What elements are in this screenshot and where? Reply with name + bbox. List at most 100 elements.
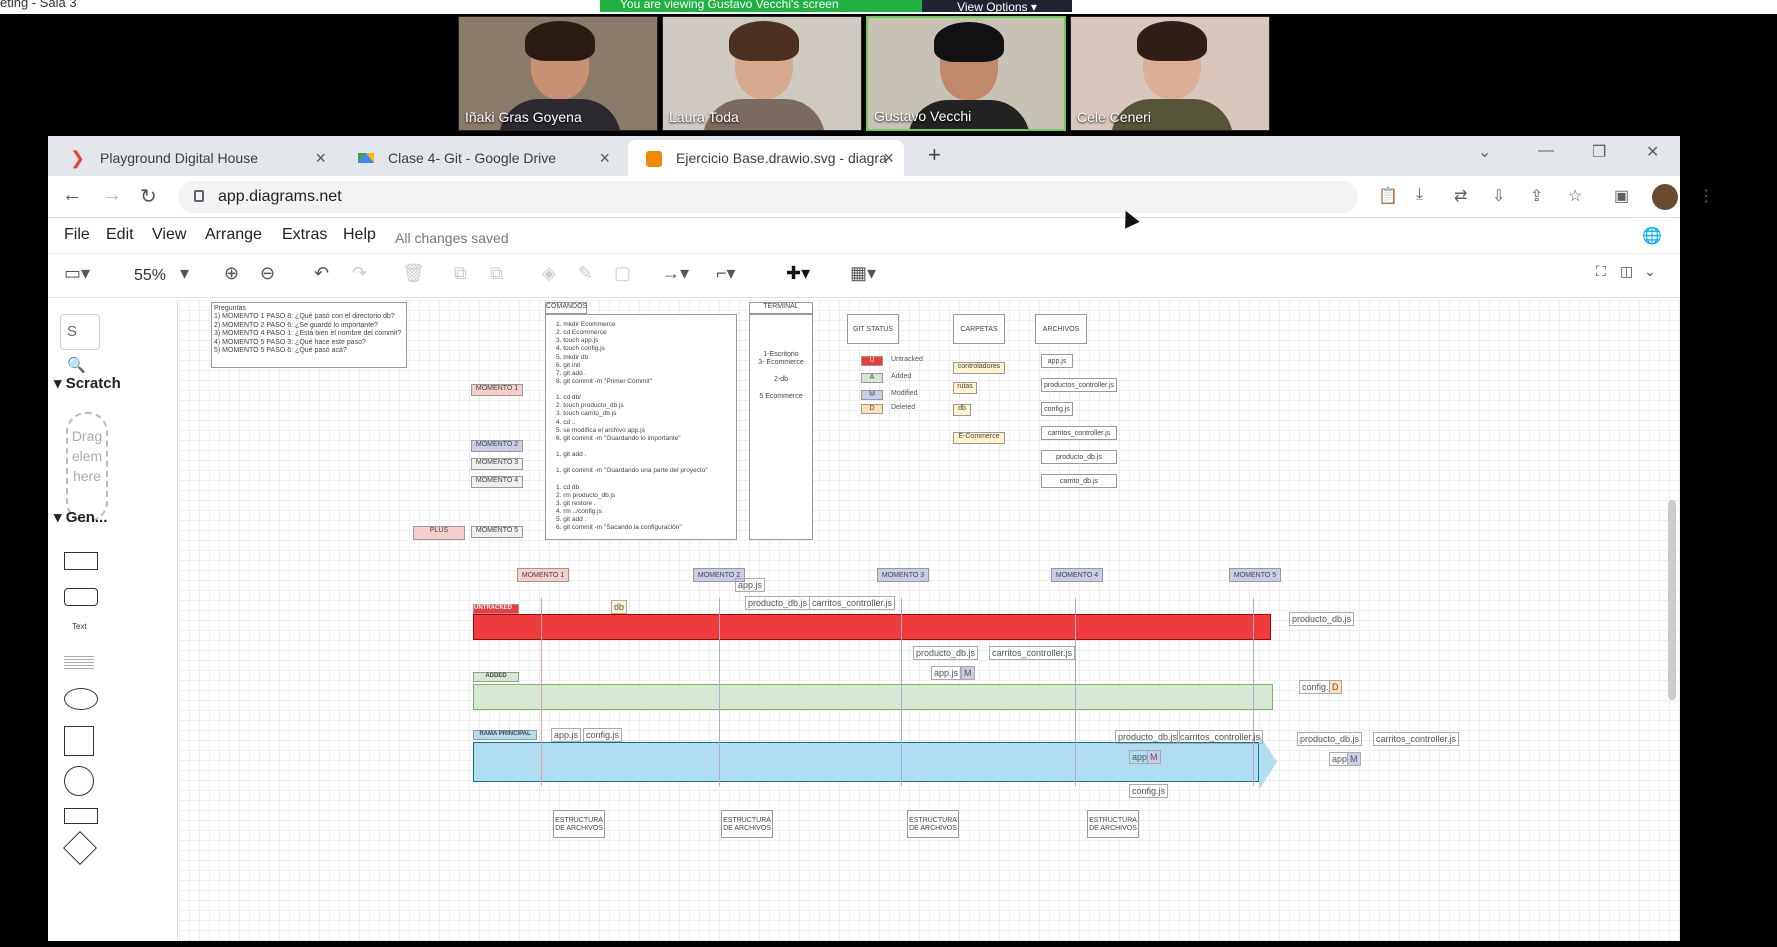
square-shape[interactable] <box>64 726 94 756</box>
close-window-icon[interactable]: ✕ <box>1646 142 1659 162</box>
momento-1-label[interactable]: MOMENTO 1 <box>471 384 523 396</box>
folder-box[interactable]: E-Commerce <box>953 432 1005 444</box>
shape-search-input[interactable]: S 🔍 <box>60 314 100 374</box>
section-general[interactable]: ▾ Gen... <box>54 508 107 526</box>
video-tile[interactable]: Laura Toda <box>662 16 862 131</box>
close-icon[interactable]: × <box>883 140 894 176</box>
carritos-tag[interactable]: carritos_controller.js <box>1373 732 1460 746</box>
view-options-button[interactable]: View Options ▾ <box>922 0 1072 14</box>
undo-icon[interactable]: ↶ <box>314 263 329 284</box>
chevron-down-icon[interactable]: ▾ <box>180 263 189 284</box>
diagram-canvas[interactable]: Preguntas 1) MOMENTO 1 PASO 8: ¿Qué pasó… <box>179 300 1680 941</box>
file-box[interactable]: productos_controller.js <box>1041 378 1117 392</box>
video-tile[interactable]: Cele Ceneri <box>1070 16 1270 131</box>
text-shape[interactable]: Text <box>72 622 87 631</box>
producto-tag[interactable]: producto_db.js <box>1289 612 1355 626</box>
format-toggle-icon[interactable]: ◫ <box>1620 263 1633 280</box>
table-icon[interactable]: ▦▾ <box>850 263 876 284</box>
app-tag[interactable]: app.js <box>551 728 582 742</box>
comandos-title[interactable]: COMANDOS <box>545 302 587 314</box>
file-box[interactable]: app.js <box>1041 354 1073 368</box>
diamond-shape[interactable] <box>63 831 97 865</box>
process-shape[interactable] <box>64 808 98 824</box>
momento-2-label[interactable]: MOMENTO 2 <box>471 440 523 452</box>
menu-file[interactable]: File <box>64 226 90 244</box>
delete-icon[interactable]: 🗑 <box>402 263 425 284</box>
file-box[interactable]: producto_db.js <box>1041 450 1117 464</box>
tab-drawio[interactable]: Ejercicio Base.drawio.svg - diagra × <box>628 140 904 176</box>
collapse-icon[interactable]: ⌄ <box>1644 263 1656 280</box>
to-front-icon[interactable]: ⧉ <box>454 263 467 284</box>
folder-box[interactable]: db <box>953 404 971 416</box>
tab-drive[interactable]: Clase 4- Git - Google Drive × <box>340 140 620 176</box>
config-tag[interactable]: config.js <box>583 728 623 742</box>
redo-icon[interactable]: ↷ <box>352 263 367 284</box>
profile-avatar[interactable] <box>1652 184 1678 210</box>
estructura-box[interactable]: ESTRUCTURA DE ARCHIVOS <box>907 810 959 838</box>
momento-5-label[interactable]: MOMENTO 5 <box>471 526 523 538</box>
insert-icon[interactable]: ✚▾ <box>786 263 810 284</box>
bookmark-star-icon[interactable]: ☆ <box>1568 186 1582 206</box>
m-tag[interactable]: M <box>1147 750 1161 764</box>
estructura-box[interactable]: ESTRUCTURA DE ARCHIVOS <box>721 810 773 838</box>
carritos-tag[interactable]: carritos_controller.js <box>989 646 1076 660</box>
producto-tag[interactable]: producto_db.js <box>913 646 979 660</box>
folder-box[interactable]: controladores <box>953 362 1005 374</box>
close-icon[interactable]: × <box>599 140 610 176</box>
producto-tag[interactable]: producto_db.js <box>1115 730 1181 744</box>
comandos-box[interactable]: 1. mkdir Ecommerce 2. cd Ecommerce 3. to… <box>545 314 737 540</box>
file-box[interactable]: carritos_controller.js <box>1041 426 1117 440</box>
reload-icon[interactable]: ↻ <box>140 184 157 209</box>
language-globe-icon[interactable]: 🌐 <box>1642 226 1662 246</box>
db-tag[interactable]: db <box>611 600 628 614</box>
to-back-icon[interactable]: ⧉ <box>490 263 503 284</box>
fill-color-icon[interactable]: ◈ <box>542 263 556 284</box>
timeline-momento-4[interactable]: MOMENTO 4 <box>1051 568 1103 582</box>
ellipse-shape[interactable] <box>64 688 98 710</box>
untracked-lane[interactable] <box>473 614 1271 640</box>
waypoints-icon[interactable]: ⌐▾ <box>716 263 736 284</box>
estructura-box[interactable]: ESTRUCTURA DE ARCHIVOS <box>1087 810 1139 838</box>
rectangle-shape[interactable] <box>64 552 98 570</box>
zoom-level[interactable]: 55% <box>134 267 166 285</box>
carpetas-title[interactable]: CARPETAS <box>953 314 1005 344</box>
menu-extras[interactable]: Extras <box>282 226 327 244</box>
line-color-icon[interactable]: ✎ <box>578 263 593 284</box>
video-tile[interactable]: Iñaki Gras Goyena <box>458 16 658 131</box>
momento-4-label[interactable]: MOMENTO 4 <box>471 476 523 488</box>
plus-label[interactable]: PLUS <box>413 526 465 540</box>
git-status-title[interactable]: GIT STATUS <box>847 314 899 344</box>
back-icon[interactable]: ← <box>62 184 82 207</box>
menu-edit[interactable]: Edit <box>106 226 134 244</box>
m-tag[interactable]: M <box>961 666 975 680</box>
archivos-title[interactable]: ARCHIVOS <box>1035 314 1087 344</box>
sidepanel-icon[interactable]: ▣ <box>1614 186 1629 206</box>
carritos-tag[interactable]: carritos_controller.js <box>809 596 896 610</box>
tab-playground[interactable]: ❯ Playground Digital House × <box>52 140 336 176</box>
timeline-momento-5[interactable]: MOMENTO 5 <box>1229 568 1281 582</box>
install-icon[interactable]: ⤓ <box>1416 186 1423 204</box>
folder-box[interactable]: rutas <box>953 382 977 394</box>
zoom-out-icon[interactable]: ⊖ <box>260 263 275 284</box>
shadow-icon[interactable]: ▢ <box>614 263 631 284</box>
close-icon[interactable]: × <box>315 140 326 176</box>
m-tag[interactable]: M <box>1347 752 1361 766</box>
rounded-rectangle-shape[interactable] <box>64 588 98 606</box>
timeline-momento-3[interactable]: MOMENTO 3 <box>877 568 929 582</box>
producto-tag[interactable]: producto_db.js <box>1297 732 1363 746</box>
video-tile-active[interactable]: Gustavo Vecchi <box>866 16 1066 131</box>
url-field[interactable]: app.diagrams.net <box>178 181 1358 213</box>
producto-tag[interactable]: producto_db.js <box>745 596 811 610</box>
minimize-icon[interactable]: — <box>1538 142 1554 160</box>
momento-3-label[interactable]: MOMENTO 3 <box>471 458 523 470</box>
textbox-shape[interactable] <box>64 656 94 670</box>
new-tab-icon[interactable]: + <box>928 142 941 168</box>
carritos-tag[interactable]: carritos_controller.js <box>1177 730 1264 744</box>
scratchpad-drop-zone[interactable]: Drag elem here <box>66 412 108 522</box>
menu-help[interactable]: Help <box>343 226 376 244</box>
zoom-in-icon[interactable]: ⊕ <box>224 263 239 284</box>
share-icon[interactable]: ⇪ <box>1530 186 1543 206</box>
terminal-title[interactable]: TERMINAL <box>749 302 813 314</box>
restore-icon[interactable]: ❐ <box>1592 142 1606 162</box>
section-scratchpad[interactable]: ▾ Scratch <box>54 374 121 392</box>
